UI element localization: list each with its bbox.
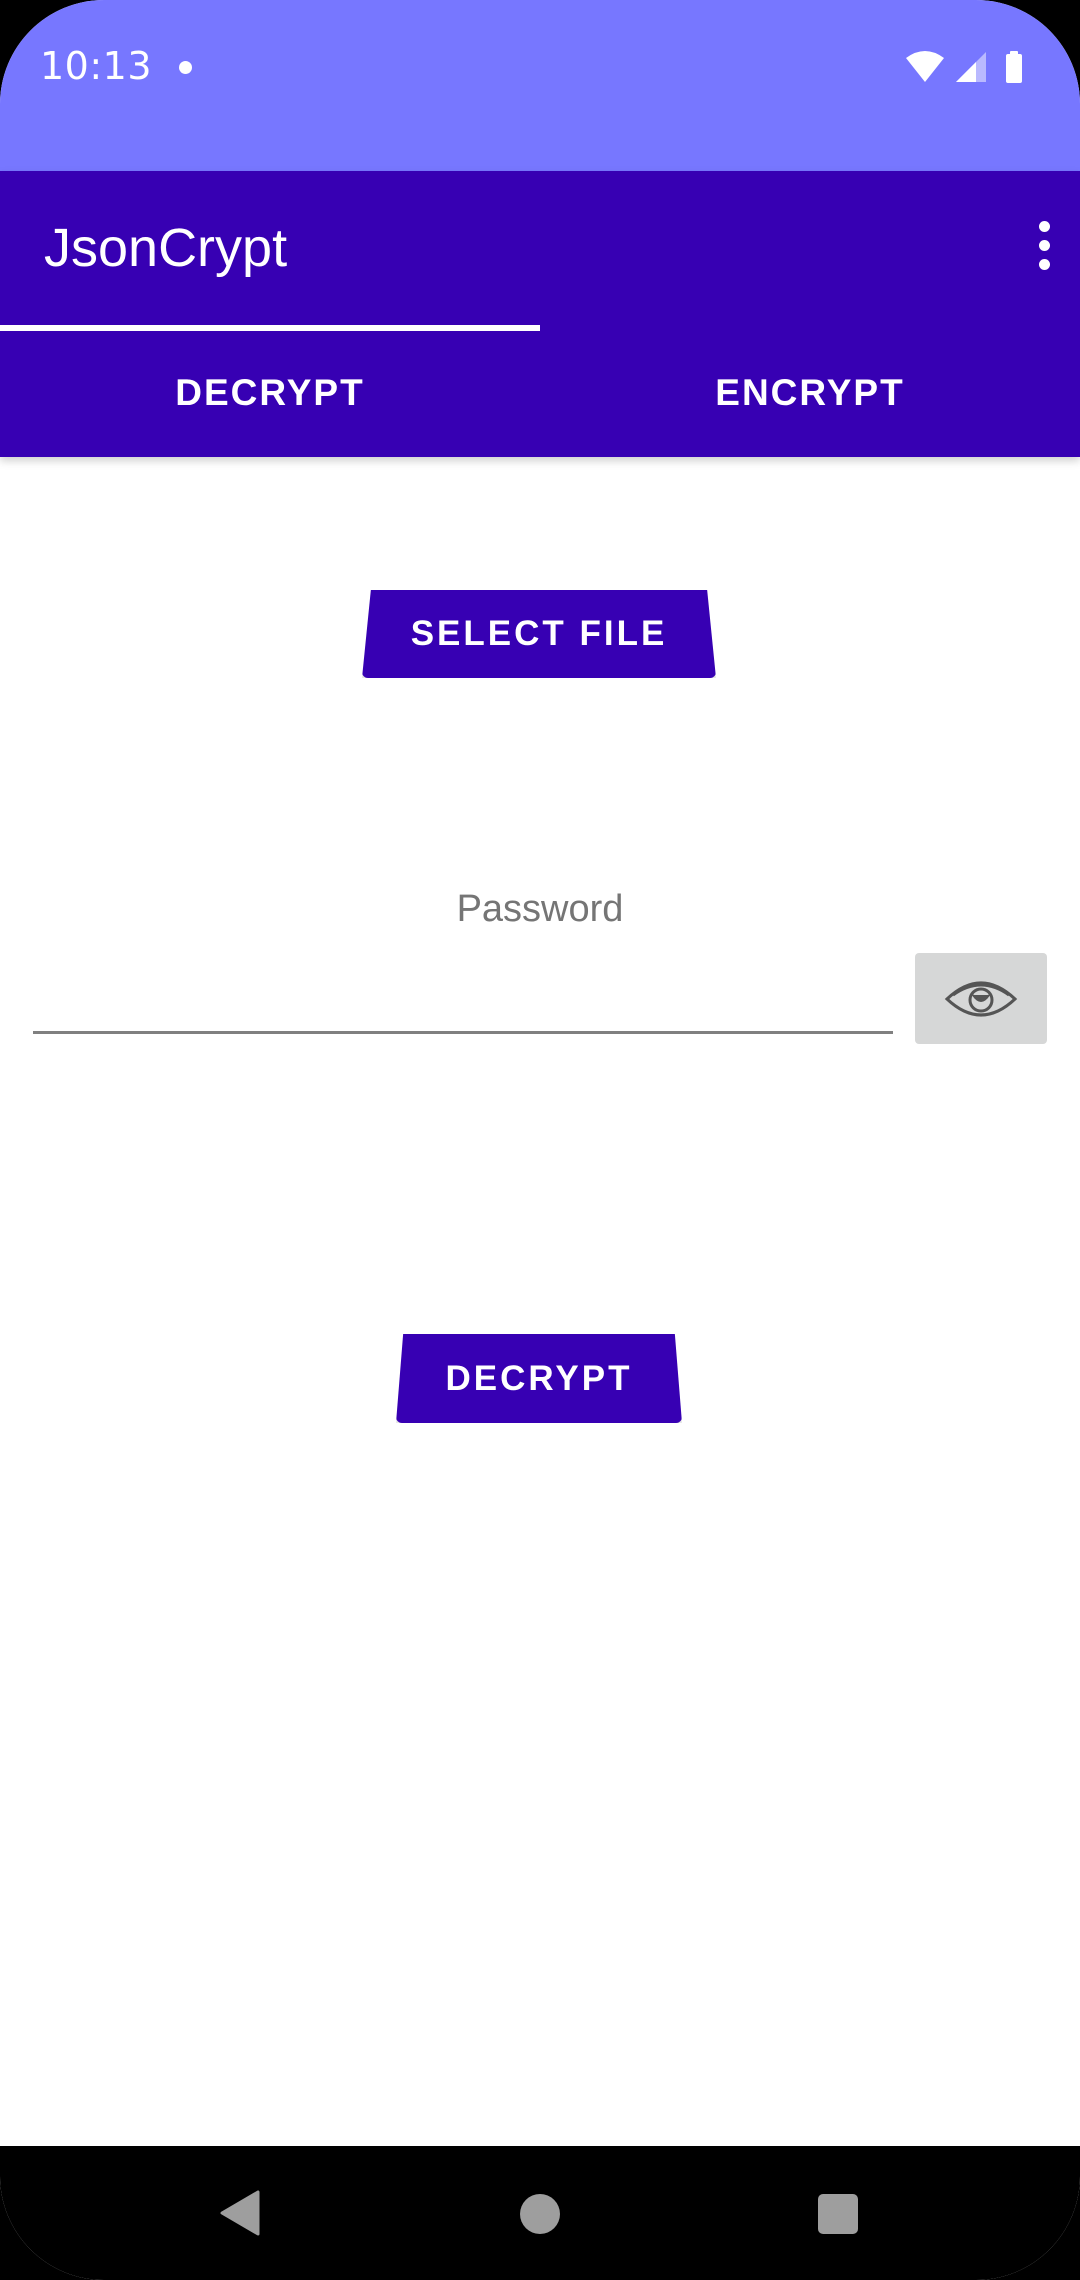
menu-dot: [1038, 220, 1050, 232]
home-icon[interactable]: [520, 2194, 560, 2234]
status-bar: 10:13: [0, 0, 1080, 171]
recents-icon[interactable]: [818, 2194, 858, 2234]
navigation-bar: [0, 2146, 1080, 2280]
back-icon[interactable]: [218, 2190, 262, 2236]
notification-dot-icon: [179, 61, 192, 74]
password-input[interactable]: [33, 960, 893, 1034]
status-time: 10:13: [40, 44, 153, 88]
app-screen: 10:13 JsonCrypt DECRYPT ENCRYPT SELECT F…: [0, 0, 1080, 2280]
status-icons: [906, 51, 1022, 83]
password-visibility-toggle[interactable]: [915, 953, 1047, 1044]
signal-icon: [956, 52, 986, 82]
app-title: JsonCrypt: [44, 218, 288, 278]
battery-icon: [1006, 51, 1022, 83]
tab-decrypt[interactable]: DECRYPT: [0, 328, 540, 457]
wifi-icon: [906, 51, 944, 82]
app-bar: JsonCrypt DECRYPT ENCRYPT: [0, 171, 1080, 457]
select-file-button[interactable]: SELECT FILE: [362, 590, 716, 678]
tab-encrypt[interactable]: ENCRYPT: [540, 328, 1080, 457]
menu-dot: [1038, 258, 1050, 270]
eye-icon: [944, 981, 1018, 1016]
password-label: Password: [456, 888, 624, 930]
menu-dot: [1038, 239, 1050, 251]
decrypt-button[interactable]: DECRYPT: [396, 1334, 682, 1423]
more-vert-icon[interactable]: [1014, 209, 1074, 281]
